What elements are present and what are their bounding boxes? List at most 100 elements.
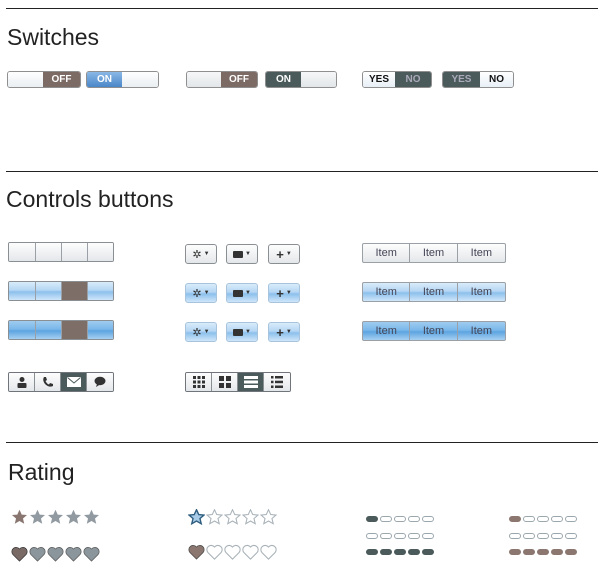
star-rating[interactable]	[11, 509, 100, 525]
item-button[interactable]: Item	[410, 244, 458, 262]
star-icon[interactable]	[11, 509, 28, 525]
heart-icon[interactable]	[47, 546, 64, 562]
segment[interactable]	[87, 282, 113, 300]
heart-icon[interactable]	[260, 544, 277, 560]
item-button[interactable]: Item	[363, 244, 411, 262]
level-segment[interactable]	[537, 533, 549, 539]
segment[interactable]	[87, 243, 113, 261]
heart-icon[interactable]	[188, 544, 205, 560]
level-meter[interactable]	[509, 533, 577, 539]
level-segment[interactable]	[551, 516, 563, 522]
level-segment[interactable]	[394, 516, 406, 522]
folder-dropdown-button[interactable]: ▼	[226, 322, 258, 342]
item-button[interactable]: Item	[458, 322, 505, 340]
small-grid-view-button[interactable]	[186, 373, 212, 391]
settings-dropdown-button[interactable]: ✲ ▼	[185, 283, 217, 303]
level-segment-filled[interactable]	[509, 516, 521, 522]
heart-icon[interactable]	[242, 544, 259, 560]
level-segment[interactable]	[422, 533, 434, 539]
level-meter[interactable]	[509, 549, 577, 555]
star-icon[interactable]	[206, 509, 223, 525]
chat-button[interactable]	[87, 373, 113, 391]
level-meter[interactable]	[366, 516, 434, 522]
level-segment[interactable]	[565, 516, 577, 522]
level-segment[interactable]	[551, 533, 563, 539]
item-button[interactable]: Item	[363, 283, 411, 301]
segment-selected[interactable]	[62, 321, 88, 339]
item-segmented-control[interactable]: Item Item Item	[362, 243, 506, 263]
level-meter[interactable]	[509, 516, 577, 522]
segment[interactable]	[35, 243, 62, 261]
segmented-control[interactable]	[8, 281, 114, 301]
folder-dropdown-button[interactable]: ▼	[226, 244, 258, 264]
item-button[interactable]: Item	[410, 322, 458, 340]
star-icon[interactable]	[47, 509, 64, 525]
large-grid-view-button[interactable]	[212, 373, 238, 391]
level-segment-filled[interactable]	[366, 549, 378, 555]
level-segment-filled[interactable]	[551, 549, 563, 555]
level-segment[interactable]	[366, 533, 378, 539]
item-button[interactable]: Item	[363, 322, 411, 340]
level-segment[interactable]	[537, 516, 549, 522]
segmented-control[interactable]	[8, 320, 114, 340]
segment[interactable]	[87, 321, 113, 339]
segment[interactable]	[35, 282, 62, 300]
yes-no-switch[interactable]: YES NO	[442, 71, 514, 88]
star-rating[interactable]	[188, 509, 277, 525]
item-button[interactable]: Item	[410, 283, 458, 301]
phone-button[interactable]	[35, 373, 61, 391]
heart-icon[interactable]	[11, 546, 28, 562]
star-icon[interactable]	[224, 509, 241, 525]
mail-button-selected[interactable]	[61, 373, 87, 391]
level-segment-filled[interactable]	[509, 549, 521, 555]
level-segment[interactable]	[380, 516, 392, 522]
level-meter[interactable]	[366, 549, 434, 555]
heart-icon[interactable]	[29, 546, 46, 562]
heart-rating[interactable]	[188, 544, 277, 560]
level-segment-filled[interactable]	[380, 549, 392, 555]
add-dropdown-button[interactable]: + ▼	[268, 283, 300, 303]
level-segment-filled[interactable]	[366, 516, 378, 522]
settings-dropdown-button[interactable]: ✲ ▼	[185, 244, 217, 264]
level-segment-filled[interactable]	[565, 549, 577, 555]
level-segment[interactable]	[408, 533, 420, 539]
star-icon[interactable]	[242, 509, 259, 525]
segment[interactable]	[9, 243, 36, 261]
level-segment[interactable]	[408, 516, 420, 522]
level-segment-filled[interactable]	[394, 549, 406, 555]
segment[interactable]	[9, 282, 36, 300]
add-dropdown-button[interactable]: + ▼	[268, 244, 300, 264]
item-button[interactable]: Item	[458, 244, 505, 262]
level-segment[interactable]	[422, 516, 434, 522]
segmented-control[interactable]	[8, 242, 114, 262]
level-segment[interactable]	[509, 533, 521, 539]
list-view-button-selected[interactable]	[238, 373, 264, 391]
segment[interactable]	[9, 321, 36, 339]
add-dropdown-button[interactable]: + ▼	[268, 322, 300, 342]
heart-icon[interactable]	[206, 544, 223, 560]
level-segment-filled[interactable]	[523, 549, 535, 555]
level-segment-filled[interactable]	[408, 549, 420, 555]
star-icon[interactable]	[83, 509, 100, 525]
level-segment-filled[interactable]	[422, 549, 434, 555]
heart-rating[interactable]	[11, 546, 100, 562]
toggle-switch-on[interactable]: ON	[86, 71, 159, 88]
detail-list-view-button[interactable]	[264, 373, 290, 391]
contact-segmented-control[interactable]	[8, 372, 114, 392]
segment[interactable]	[62, 243, 88, 261]
item-segmented-control[interactable]: Item Item Item	[362, 321, 506, 341]
star-icon[interactable]	[188, 509, 205, 525]
item-segmented-control[interactable]: Item Item Item	[362, 282, 506, 302]
toggle-switch-off[interactable]: OFF	[7, 71, 81, 88]
level-segment[interactable]	[565, 533, 577, 539]
segment-selected[interactable]	[62, 282, 88, 300]
yes-no-switch[interactable]: YES NO	[362, 71, 432, 88]
level-meter[interactable]	[366, 533, 434, 539]
level-segment[interactable]	[523, 533, 535, 539]
person-button[interactable]	[9, 373, 35, 391]
star-icon[interactable]	[29, 509, 46, 525]
item-button[interactable]: Item	[458, 283, 505, 301]
folder-dropdown-button[interactable]: ▼	[226, 283, 258, 303]
heart-icon[interactable]	[224, 544, 241, 560]
heart-icon[interactable]	[83, 546, 100, 562]
